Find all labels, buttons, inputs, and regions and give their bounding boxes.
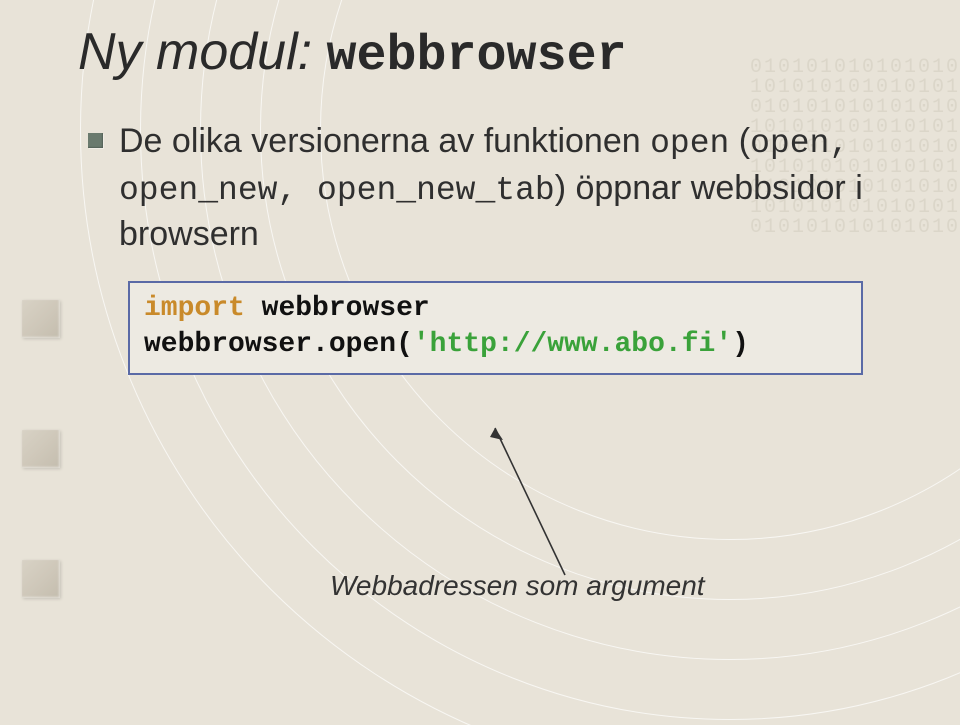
square-icon (22, 430, 60, 468)
code-module: webbrowser (262, 293, 430, 324)
dot: . (312, 329, 329, 360)
code-fn-open-new-tab: open_new_tab (317, 172, 555, 209)
paren: ) (555, 169, 576, 207)
code-object: webbrowser (144, 329, 312, 360)
title-prefix: Ny modul: (78, 23, 327, 81)
code-example: import webbrowser webbrowser.open('http:… (128, 281, 863, 375)
sep: , (829, 125, 849, 162)
square-icon (22, 300, 60, 338)
sep: , (277, 172, 317, 209)
bullet-text-pre: De olika versionerna av funktionen (119, 122, 650, 160)
bullet-icon (88, 133, 103, 148)
title-module-name: webbrowser (327, 28, 627, 85)
paren: ( (729, 122, 750, 160)
annotation-label: Webbadressen som argument (330, 570, 705, 602)
space (245, 293, 262, 324)
paren: ( (396, 329, 413, 360)
code-keyword-import: import (144, 293, 245, 324)
code-fn-open2: open (750, 125, 829, 162)
square-icon (22, 560, 60, 598)
decorative-squares (22, 300, 60, 690)
code-fn-open: open (650, 125, 729, 162)
paren: ) (732, 329, 749, 360)
code-fn-open-new: open_new (119, 172, 277, 209)
bullet-text: De olika versionerna av funktionen open … (119, 119, 920, 257)
code-string-arg: 'http://www.abo.fi' (413, 329, 732, 360)
slide-title: Ny modul: webbrowser (78, 22, 920, 85)
code-function: open (329, 329, 396, 360)
annotation-arrow (440, 420, 640, 580)
bullet-item: De olika versionerna av funktionen open … (88, 119, 920, 257)
